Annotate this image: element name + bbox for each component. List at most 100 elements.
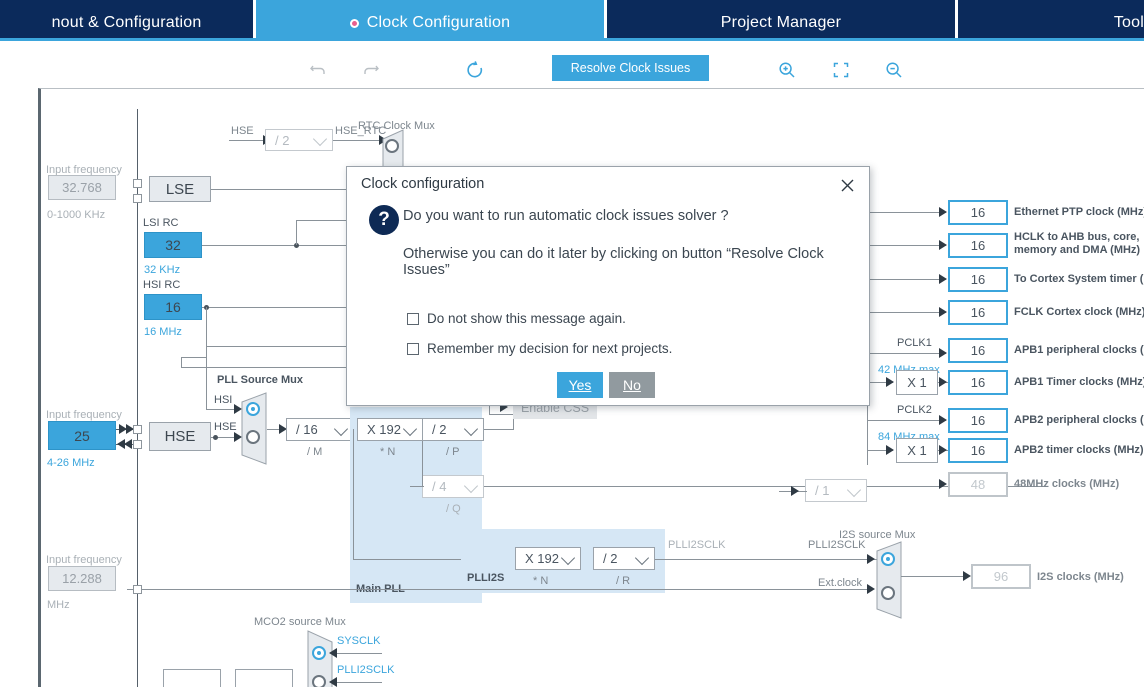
chevron-down-icon bbox=[402, 421, 418, 436]
i2s-input-frequency-field[interactable]: 12.288 bbox=[48, 566, 116, 591]
dialog-hint: Otherwise you can do it later by clickin… bbox=[403, 246, 824, 278]
pll-m-divider-value: / 16 bbox=[296, 422, 318, 437]
hse-rtc-divider-select[interactable]: / 2 bbox=[265, 129, 333, 151]
pll-source-mux-option-hse[interactable] bbox=[246, 430, 260, 444]
apb-prescaler-value: / 1 bbox=[815, 483, 830, 498]
output-value-6: 16 bbox=[970, 413, 986, 428]
hsi-rc-title: HSI RC bbox=[143, 279, 181, 291]
mco2-in-plli2sclk-label: PLLI2SCLK bbox=[337, 664, 395, 676]
output-box-7[interactable]: 16 bbox=[948, 438, 1008, 463]
output-label-7: APB2 timer clocks (MHz) bbox=[1014, 444, 1144, 456]
close-icon[interactable] bbox=[835, 173, 859, 197]
remember-decision-row[interactable]: Remember my decision for next projects. bbox=[407, 341, 672, 356]
do-not-show-again-row[interactable]: Do not show this message again. bbox=[407, 311, 626, 326]
output-label-6: APB2 peripheral clocks (MHz) bbox=[1014, 414, 1144, 426]
apb-prescaler-select[interactable]: / 1 bbox=[805, 479, 867, 502]
tab-label: Tool bbox=[1113, 14, 1144, 31]
chevron-down-icon bbox=[634, 550, 650, 565]
chevron-down-icon bbox=[463, 478, 479, 493]
output-value-2: 16 bbox=[970, 272, 986, 287]
output-box-3[interactable]: 16 bbox=[948, 300, 1008, 325]
mco2-mux-option-plli2sclk[interactable] bbox=[312, 675, 326, 687]
fit-to-screen-icon[interactable] bbox=[828, 57, 854, 83]
chevron-down-icon bbox=[463, 421, 479, 436]
hse-block[interactable]: HSE bbox=[149, 422, 211, 451]
output-box-0[interactable]: 16 bbox=[948, 200, 1008, 225]
hse-input-frequency-label: Input frequency bbox=[46, 409, 122, 421]
remember-decision-label: Remember my decision for next projects. bbox=[427, 341, 673, 356]
output-box-6[interactable]: 16 bbox=[948, 408, 1008, 433]
rtc-mux-option-hse-rtc[interactable] bbox=[385, 139, 399, 153]
output-value-5: 16 bbox=[970, 375, 986, 390]
lse-input-frequency-field[interactable]: 32.768 bbox=[48, 175, 116, 200]
reset-icon[interactable] bbox=[462, 57, 488, 83]
remember-decision-checkbox[interactable] bbox=[407, 342, 419, 355]
undo-icon[interactable] bbox=[305, 57, 331, 83]
output-label-3: FCLK Cortex clock (MHz) bbox=[1014, 306, 1144, 318]
apb1-timer-multiplier[interactable]: X 1 bbox=[896, 370, 938, 395]
lse-input-frequency-value: 32.768 bbox=[62, 180, 102, 195]
chevron-down-icon bbox=[333, 421, 349, 436]
i2s-input-port bbox=[133, 585, 142, 594]
hse-port-top bbox=[133, 425, 142, 434]
output-box-1[interactable]: 16 bbox=[948, 233, 1008, 258]
dialog-question: Do you want to run automatic clock issue… bbox=[403, 208, 729, 224]
pll-q-divider-value: / 4 bbox=[432, 479, 447, 494]
lsi-rc-value-box[interactable]: 32 bbox=[144, 232, 202, 258]
plli2s-r-divider-select[interactable]: / 2 bbox=[593, 547, 655, 570]
output-box-2[interactable]: 16 bbox=[948, 267, 1008, 292]
output-box-5[interactable]: 16 bbox=[948, 370, 1008, 395]
no-button-label: No bbox=[623, 377, 641, 393]
hse-rtc-divider-value: / 2 bbox=[275, 132, 290, 148]
i2s-mux-in-ext-clock: Ext.clock bbox=[818, 577, 863, 589]
hsi-rc-value-box[interactable]: 16 bbox=[144, 294, 202, 320]
no-button[interactable]: No bbox=[609, 372, 655, 398]
mco2-mux-option-sysclk[interactable] bbox=[312, 646, 326, 660]
i2s-mux-option-ext-clock[interactable] bbox=[881, 586, 895, 600]
output-label-0: Ethernet PTP clock (MHz) bbox=[1014, 206, 1144, 218]
pll-n-caption: * N bbox=[380, 446, 396, 458]
pll-q-divider-select[interactable]: / 4 bbox=[422, 475, 484, 498]
output-value-8: 48 bbox=[970, 477, 986, 492]
lse-range-label: 0-1000 KHz bbox=[47, 209, 106, 221]
hse-input-frequency-field[interactable]: 25 bbox=[48, 421, 116, 450]
clock-configuration-dialog: Clock configuration ? Do you want to run… bbox=[346, 166, 870, 406]
i2s-mux-option-plli2sclk[interactable] bbox=[881, 552, 895, 566]
question-icon: ? bbox=[369, 205, 399, 235]
plli2s-label: PLLI2S bbox=[467, 572, 505, 584]
output-box-8[interactable]: 48 bbox=[948, 472, 1008, 497]
tab-label: Clock Configuration bbox=[366, 14, 511, 31]
app-window: nout & Configuration Clock Configuration… bbox=[0, 0, 1144, 687]
resolve-clock-issues-button[interactable]: Resolve Clock Issues bbox=[552, 55, 709, 81]
zoom-in-icon[interactable] bbox=[774, 57, 800, 83]
plli2s-n-caption: * N bbox=[533, 575, 549, 587]
tab-clock-configuration[interactable]: Clock Configuration bbox=[256, 8, 604, 38]
bottom-box-right[interactable] bbox=[235, 669, 293, 687]
modified-indicator-icon bbox=[349, 18, 359, 28]
pll-m-divider-select[interactable]: / 16 bbox=[286, 418, 354, 441]
pll-p-divider-select[interactable]: / 2 bbox=[422, 418, 484, 441]
tab-project-manager[interactable]: Project Manager bbox=[607, 8, 955, 38]
main-tabbar: nout & Configuration Clock Configuration… bbox=[0, 8, 1144, 38]
pll-n-multiplier-select[interactable]: X 192 bbox=[357, 418, 423, 441]
yes-button[interactable]: Yes bbox=[557, 372, 603, 398]
lsi-rc-title: LSI RC bbox=[143, 217, 179, 229]
output-value-7: 16 bbox=[970, 443, 986, 458]
bottom-box-left[interactable] bbox=[163, 669, 221, 687]
pll-n-multiplier-value: X 192 bbox=[367, 422, 401, 437]
window-top-strip bbox=[0, 0, 1144, 8]
apb2-timer-multiplier[interactable]: X 1 bbox=[896, 438, 938, 463]
output-box-4[interactable]: 16 bbox=[948, 338, 1008, 363]
plli2s-n-multiplier-select[interactable]: X 192 bbox=[515, 547, 581, 570]
lse-block[interactable]: LSE bbox=[149, 176, 211, 202]
redo-icon[interactable] bbox=[358, 57, 384, 83]
pll-q-caption: / Q bbox=[446, 503, 461, 515]
tab-pinout-configuration[interactable]: nout & Configuration bbox=[0, 8, 253, 38]
i2s-clocks-output[interactable]: 96 bbox=[971, 564, 1031, 589]
tab-tools[interactable]: Tool bbox=[958, 8, 1144, 38]
resolve-clock-issues-label: Resolve Clock Issues bbox=[570, 61, 691, 75]
output-label-1: HCLK to AHB bus, core, memory and DMA (M… bbox=[1014, 231, 1141, 256]
zoom-out-icon[interactable] bbox=[881, 57, 907, 83]
do-not-show-again-checkbox[interactable] bbox=[407, 312, 419, 325]
pll-source-mux-option-hsi[interactable] bbox=[246, 402, 260, 416]
